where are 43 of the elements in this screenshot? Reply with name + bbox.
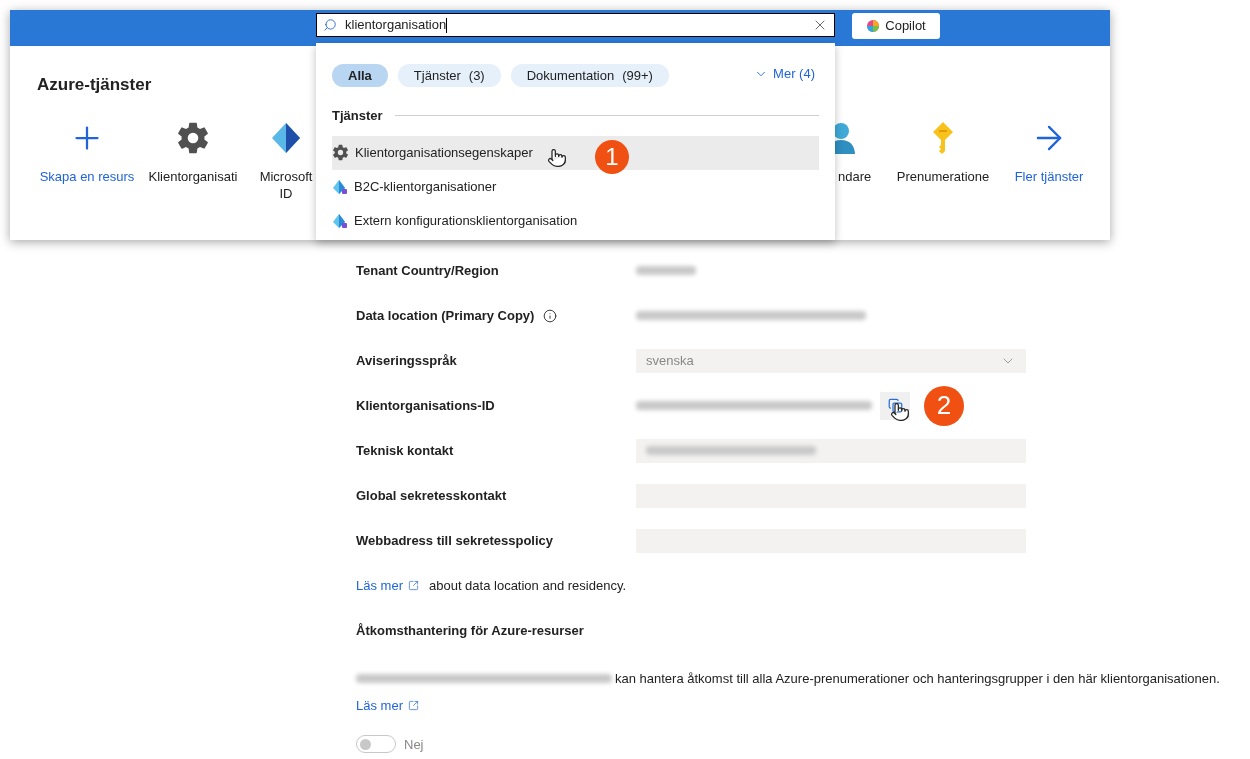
service-link[interactable]: Prenumeratione xyxy=(896,167,990,185)
property-label: Global sekretesskontakt xyxy=(356,486,507,505)
hand-cursor-icon xyxy=(546,147,567,168)
property-label: Tenant Country/Region xyxy=(356,261,499,280)
note-text: about data location and residency. xyxy=(428,576,627,595)
gear-icon xyxy=(176,120,210,155)
gear-icon xyxy=(332,144,349,161)
section-heading: Åtkomsthantering för Azure-resurser xyxy=(356,621,584,640)
property-label: Klientorganisations-ID xyxy=(356,396,495,415)
copilot-logo xyxy=(866,19,881,33)
service-link[interactable]: Microsoft ID xyxy=(254,167,318,202)
external-link-icon xyxy=(407,699,419,711)
key-icon xyxy=(931,120,955,155)
section-heading: Tjänster xyxy=(332,107,383,125)
service-link[interactable]: ndare xyxy=(838,167,872,185)
more-button[interactable]: Mer (4) xyxy=(754,64,815,84)
filter-pill[interactable]: Tjänster (3) xyxy=(397,64,501,87)
filter-pill[interactable]: Alla xyxy=(332,64,388,87)
pyramid-icon xyxy=(332,212,348,229)
learn-more-link[interactable]: Läs mer xyxy=(356,695,419,715)
search-icon xyxy=(323,18,337,32)
input-field[interactable] xyxy=(636,438,1026,463)
property-label: Webbadress till sekretesspolicy xyxy=(356,531,554,550)
copilot-button[interactable]: Copilot xyxy=(852,13,940,39)
blurred-value xyxy=(636,266,696,275)
toggle-label: Nej xyxy=(404,735,424,754)
filter-pill[interactable]: Dokumentation (99+) xyxy=(510,64,669,87)
service-link[interactable]: Klientorganisati xyxy=(148,167,238,185)
pyramid-icon xyxy=(332,178,348,195)
property-label: Teknisk kontakt xyxy=(356,441,454,460)
service-link[interactable]: Fler tjänster xyxy=(1014,167,1084,185)
property-label: Aviseringsspråk xyxy=(356,351,457,370)
property-label: Data location (Primary Copy) xyxy=(356,306,535,325)
external-link-icon xyxy=(407,580,419,591)
search-field[interactable]: klientorganisation xyxy=(316,13,835,37)
copy-icon xyxy=(887,398,903,413)
search-result[interactable]: Extern konfigurationsklientorganisation xyxy=(332,203,819,238)
hand-cursor-icon xyxy=(890,401,910,422)
access-text: kan hantera åtkomst till alla Azure-prenumerationer och hanteringsgrupper i den här klientorganisationen. xyxy=(615,670,1220,688)
learn-more-link[interactable]: Läs mer xyxy=(356,575,419,596)
step-badge: 2 xyxy=(924,385,964,426)
service-link[interactable]: Skapa en resurs xyxy=(39,167,135,185)
section-title: Azure-tjänster xyxy=(37,74,152,96)
